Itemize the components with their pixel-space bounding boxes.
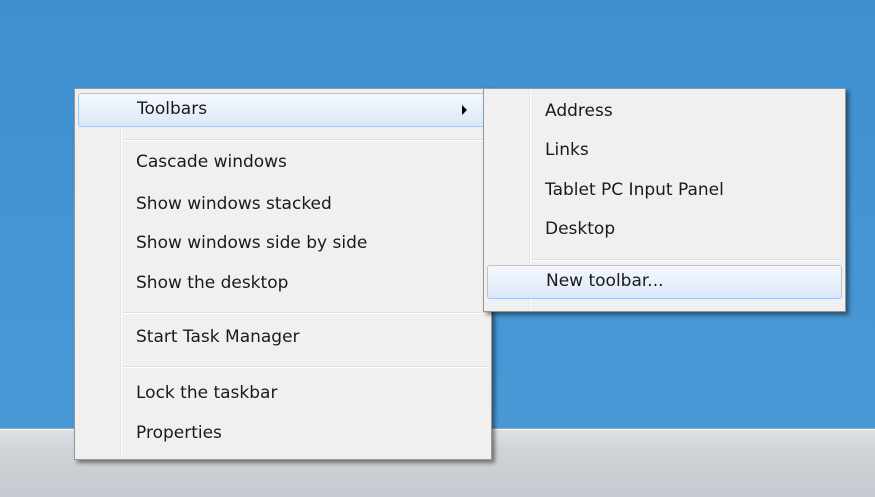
menu-item-label: Show windows side by side [136,233,368,253]
submenu-item-desktop[interactable]: Desktop [487,213,842,247]
menu-item-lock-the-taskbar[interactable]: Lock the taskbar [78,377,488,411]
toolbars-submenu: Address Links Tablet PC Input Panel Desk… [483,88,846,312]
menu-item-label: Links [545,140,589,160]
menu-separator [532,259,842,261]
menu-item-start-task-manager[interactable]: Start Task Manager [78,321,488,355]
menu-item-toolbars[interactable]: Toolbars [78,93,488,127]
menu-item-label: Toolbars [137,99,208,119]
submenu-item-links[interactable]: Links [487,134,842,168]
menu-separator [123,366,488,368]
menu-item-show-windows-side-by-side[interactable]: Show windows side by side [78,227,488,261]
menu-item-label: Show the desktop [136,273,289,293]
menu-item-label: Lock the taskbar [136,383,278,403]
menu-item-label: Show windows stacked [136,194,332,214]
taskbar-context-menu: Toolbars Cascade windows Show windows st… [74,88,492,460]
menu-item-label: Cascade windows [136,152,287,172]
submenu-item-new-toolbar[interactable]: New toolbar... [487,265,842,299]
submenu-item-tablet-pc-input-panel[interactable]: Tablet PC Input Panel [487,174,842,208]
menu-separator [123,139,488,141]
menu-separator [123,312,488,314]
menu-item-cascade-windows[interactable]: Cascade windows [78,146,488,180]
menu-item-label: New toolbar... [546,271,664,291]
menu-item-label: Desktop [545,219,616,239]
menu-item-show-the-desktop[interactable]: Show the desktop [78,267,488,301]
submenu-arrow-icon [462,105,467,115]
menu-item-label: Start Task Manager [136,327,300,347]
menu-item-label: Tablet PC Input Panel [545,180,724,200]
menu-item-label: Address [545,101,613,121]
menu-item-show-windows-stacked[interactable]: Show windows stacked [78,188,488,222]
menu-item-label: Properties [136,423,222,443]
submenu-item-address[interactable]: Address [487,95,842,129]
menu-item-properties[interactable]: Properties [78,417,488,451]
